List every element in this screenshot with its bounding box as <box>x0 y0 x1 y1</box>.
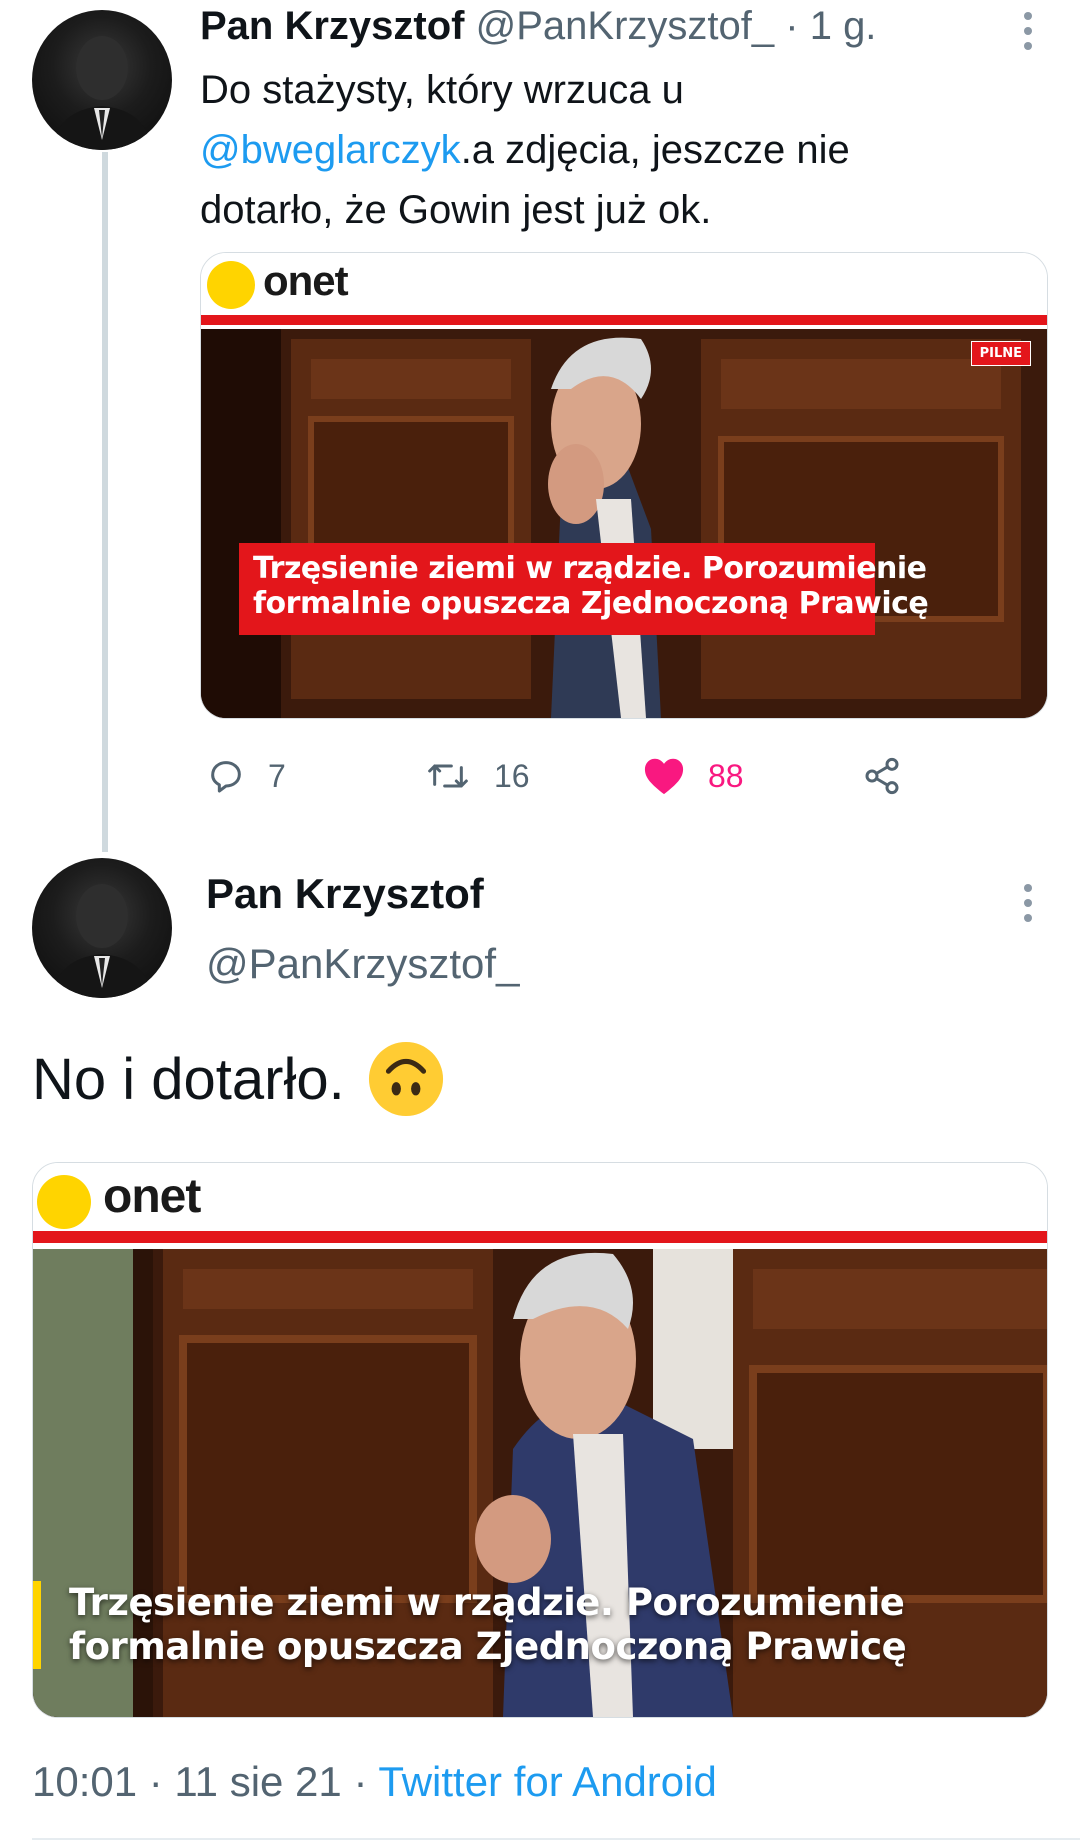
tweet-time-ago[interactable]: 1 g. <box>810 4 877 48</box>
tweet-text-line2-rest: .a zdjęcia, jeszcze nie <box>460 128 850 172</box>
card-headline-line2: formalnie opuszcza Zjednoczoną Prawicę <box>69 1624 907 1668</box>
tweet-text-line2: @bweglarczyk.a zdjęcia, jeszcze nie <box>200 120 1030 180</box>
card-photo: Trzęsienie ziemi w rządzie. Porozumienie… <box>33 1249 1047 1717</box>
onet-logo-icon <box>37 1175 91 1229</box>
main-author-avatar[interactable] <box>32 858 172 998</box>
card-red-bar <box>33 1231 1047 1243</box>
card-photo: PILNE Trzęsienie ziemi w rządzie. Porozu… <box>201 329 1047 718</box>
mention-link[interactable]: @bweglarczyk <box>200 128 461 172</box>
share-button[interactable] <box>862 756 902 796</box>
tweet-meta: 10:01 · 11 sie 21 · Twitter for Android <box>32 1758 717 1806</box>
author-name[interactable]: Pan Krzysztof <box>200 4 465 48</box>
thread-connector-line <box>102 152 108 852</box>
retweet-button[interactable]: 16 <box>424 756 530 796</box>
card-source-header: onet <box>33 1163 1047 1231</box>
first-tweet-header: Pan Krzysztof @PanKrzysztof_ · 1 g. <box>200 4 876 49</box>
like-count: 88 <box>708 757 744 794</box>
share-icon <box>865 757 899 795</box>
main-link-card[interactable]: onet Trzęsienie ziemi w rządzie. Porozum… <box>32 1162 1048 1718</box>
like-button[interactable]: 88 <box>642 756 744 796</box>
wooden-door-photo <box>201 329 1047 718</box>
avatar-photo <box>52 884 152 998</box>
more-options-icon[interactable] <box>1018 12 1038 52</box>
main-tweet-text: No i dotarło. <box>32 1040 445 1118</box>
tweet-text-line1: Do stażysty, który wrzuca u <box>200 68 684 112</box>
divider <box>32 1838 1080 1840</box>
card-headline-line2: formalnie opuszcza Zjednoczoną Prawicę <box>253 586 929 622</box>
upside-down-face-icon <box>368 1041 443 1117</box>
card-source-header: onet <box>201 253 1047 315</box>
card-headline: Trzęsienie ziemi w rządzie. Porozumienie… <box>69 1581 907 1668</box>
onet-logo-text: onet <box>263 257 349 304</box>
avatar-photo <box>52 36 152 150</box>
header-separator: · <box>785 4 799 48</box>
heart-filled-icon <box>644 758 684 795</box>
card-red-bar <box>201 315 1047 325</box>
reply-button[interactable]: 7 <box>206 756 286 796</box>
first-link-card[interactable]: onet PILNE Trzęsienie ziemi w rządzie. P… <box>200 252 1048 719</box>
card-headline-line1: Trzęsienie ziemi w rządzie. Porozumienie <box>253 551 927 586</box>
reply-icon <box>211 761 241 793</box>
onet-logo-icon <box>207 261 255 309</box>
tweet-text-line3: dotarło, że Gowin jest już ok. <box>200 188 712 232</box>
more-options-icon[interactable] <box>1018 884 1038 924</box>
headline-accent-bar <box>33 1581 41 1669</box>
tweet-source-link[interactable]: Twitter for Android <box>378 1758 716 1805</box>
onet-logo-text: onet <box>103 1170 201 1223</box>
retweet-count: 16 <box>494 757 530 794</box>
tweet-timestamp[interactable]: 10:01 · 11 sie 21 · <box>32 1758 367 1805</box>
reply-count: 7 <box>268 757 286 794</box>
retweet-icon <box>428 764 468 788</box>
card-headline: Trzęsienie ziemi w rządzie. Porozumienie… <box>253 551 929 622</box>
main-author-handle[interactable]: @PanKrzysztof_ <box>206 940 519 988</box>
breaking-news-badge: PILNE <box>970 341 1031 366</box>
main-tweet-text-body: No i dotarło. <box>32 1046 345 1112</box>
author-avatar[interactable] <box>32 10 172 150</box>
author-handle[interactable]: @PanKrzysztof_ <box>476 4 775 48</box>
card-headline-line1: Trzęsienie ziemi w rządzie. Porozumienie <box>69 1581 905 1624</box>
first-tweet-text: Do stażysty, który wrzuca u @bweglarczyk… <box>200 60 1030 240</box>
main-author-name[interactable]: Pan Krzysztof <box>206 870 484 918</box>
